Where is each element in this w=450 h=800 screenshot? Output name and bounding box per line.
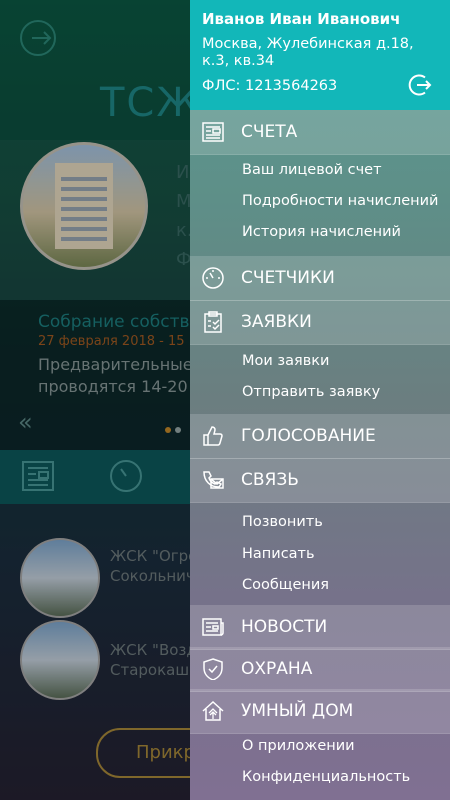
menu-section-label: УМНЫЙ ДОМ	[241, 701, 354, 721]
menu-section-label: СЧЕТА	[241, 122, 298, 142]
menu-section-label: ОХРАНА	[241, 659, 313, 679]
drawer-header: Иванов Иван Иванович Москва, Жулебинская…	[190, 0, 450, 110]
menu-section-label: ГОЛОСОВАНИЕ	[241, 426, 376, 446]
menu-item-about[interactable]: О приложении	[242, 738, 355, 754]
menu-section-smart-home[interactable]: УМНЫЙ ДОМ	[190, 689, 450, 734]
menu-section-contact[interactable]: СВЯЗЬ	[190, 458, 450, 503]
user-name: Иванов Иван Иванович	[202, 10, 401, 28]
shield-check-icon	[202, 658, 224, 680]
clipboard-check-icon	[202, 311, 224, 333]
menu-item-charges-details[interactable]: Подробности начислений	[242, 193, 438, 209]
account-number: ФЛС: 1213564263	[202, 78, 338, 94]
menu-section-label: СВЯЗЬ	[241, 470, 299, 490]
menu-section-label: СЧЕТЧИКИ	[241, 268, 335, 288]
smart-home-icon	[202, 700, 224, 722]
user-address: Москва, Жулебинская д.18, к.3, кв.34	[202, 36, 414, 69]
menu-section-security[interactable]: ОХРАНА	[190, 647, 450, 692]
menu-item-write[interactable]: Написать	[242, 546, 315, 562]
thumbs-up-icon	[202, 425, 224, 447]
menu-section-voting[interactable]: ГОЛОСОВАНИЕ	[190, 414, 450, 459]
menu-item-account[interactable]: Ваш лицевой счет	[242, 162, 382, 178]
logout-icon[interactable]	[408, 72, 434, 98]
menu-item-privacy[interactable]: Конфиденциальность	[242, 769, 410, 785]
menu-section-label: НОВОСТИ	[241, 617, 328, 637]
menu-item-charges-history[interactable]: История начислений	[242, 224, 401, 240]
menu-section-accounts[interactable]: СЧЕТА	[190, 110, 450, 155]
phone-mail-icon	[202, 469, 224, 491]
menu-section-label: ЗАЯВКИ	[241, 312, 312, 332]
navigation-drawer: Иванов Иван Иванович Москва, Жулебинская…	[190, 0, 450, 800]
menu-item-my-requests[interactable]: Мои заявки	[242, 353, 329, 369]
newspaper-icon	[202, 616, 224, 638]
menu-item-messages[interactable]: Сообщения	[242, 577, 329, 593]
document-icon	[202, 121, 224, 143]
menu-section-meters[interactable]: СЧЕТЧИКИ	[190, 256, 450, 301]
menu-item-call[interactable]: Позвонить	[242, 514, 323, 530]
gauge-icon	[202, 267, 224, 289]
menu-item-send-request[interactable]: Отправить заявку	[242, 384, 380, 400]
menu-section-requests[interactable]: ЗАЯВКИ	[190, 300, 450, 345]
menu-section-news[interactable]: НОВОСТИ	[190, 605, 450, 650]
